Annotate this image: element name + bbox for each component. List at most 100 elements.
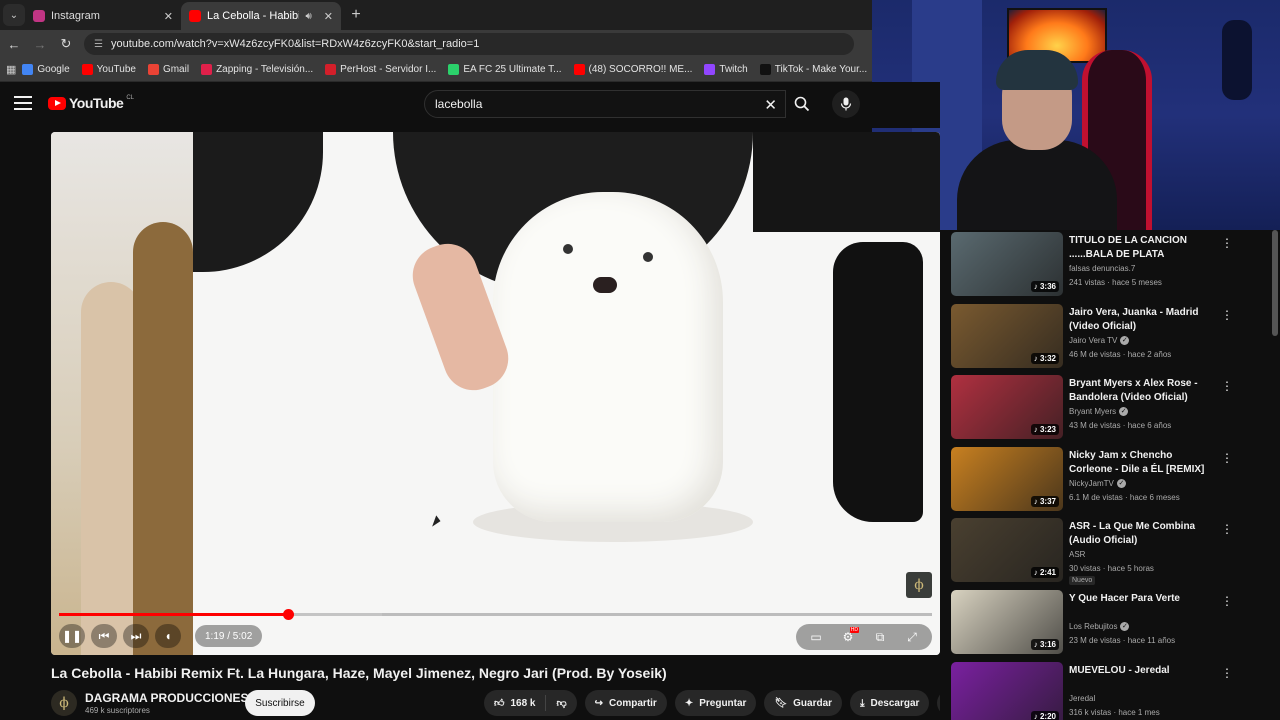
subscribe-button[interactable]: Suscribirse <box>245 690 315 716</box>
recommendation-title[interactable]: MUEVELOU - Jeredal <box>1069 664 1209 678</box>
forward-icon[interactable]: → <box>28 32 52 56</box>
recommendation-title[interactable]: Y Que Hacer Para Verte <box>1069 592 1209 606</box>
recommendation-item[interactable]: ♪ 3:36 TITULO DE LA CANCION ......BALA DE… <box>951 232 1271 300</box>
video-player[interactable]: ϕ ❚❚ ⏮︎ ⏭︎ ◖ 1:19 / 5:02 ▭ ⚙ HD ⧉ ⤢ <box>51 132 940 655</box>
search-value: lacebolla <box>435 97 483 111</box>
close-tab-icon[interactable]: ✕ <box>164 10 173 23</box>
recommendation-item[interactable]: ♪ 3:16 Y Que Hacer Para Verte Los Rebujito… <box>951 590 1271 658</box>
video-thumbnail[interactable]: ♪ 3:37 <box>951 446 1063 511</box>
share-button[interactable]: ↪ Compartir <box>584 690 667 716</box>
recommendation-channel[interactable]: Jairo Vera TV ✓ <box>1069 335 1130 345</box>
video-thumbnail[interactable]: ♪ 3:32 <box>951 303 1063 368</box>
tab-instagram[interactable]: Instagram ✕ <box>25 2 181 30</box>
duration-text: 2:41 <box>1039 568 1056 578</box>
back-icon[interactable]: ← <box>2 32 26 56</box>
bookmark-item[interactable]: Gmail <box>142 64 195 75</box>
more-vertical-icon[interactable]: ⋮ <box>1221 666 1233 680</box>
progress-bar[interactable] <box>59 609 932 620</box>
channel-name-link[interactable]: DAGRAMA PRODUCCIONES ✓ <box>85 691 262 705</box>
more-vertical-icon[interactable]: ⋮ <box>1221 236 1233 250</box>
bookmark-item[interactable]: Twitch <box>698 64 753 75</box>
search-button[interactable] <box>786 90 818 118</box>
clear-search-icon[interactable]: ✕ <box>764 96 777 114</box>
tab-search-chevron-icon[interactable]: ⌄ <box>3 4 25 26</box>
apps-grid-icon[interactable]: ▦ <box>6 63 16 76</box>
recommendation-channel[interactable]: ASR <box>1069 550 1085 559</box>
channel-avatar[interactable]: ϕ <box>51 690 77 716</box>
recommendation-title[interactable]: Bryant Myers x Alex Rose - Bandolera (Vi… <box>1069 377 1209 405</box>
download-button[interactable]: ⤓ Descargar <box>850 690 930 716</box>
recommendation-item[interactable]: ♪ 2:20 MUEVELOU - Jeredal Jeredal 316 k vis… <box>951 661 1271 720</box>
progress-scrubber-handle[interactable] <box>282 609 294 620</box>
more-vertical-icon[interactable]: ⋮ <box>1221 594 1233 608</box>
fullscreen-icon[interactable]: ⤢ <box>898 625 926 649</box>
sidebar-scrollbar[interactable] <box>1272 230 1278 336</box>
video-thumbnail[interactable]: ♪ 3:16 <box>951 590 1063 654</box>
more-vertical-icon[interactable]: ⋮ <box>1221 308 1233 322</box>
subtitles-icon[interactable]: ▭ <box>802 625 830 649</box>
site-info-icon[interactable]: ☰ <box>94 39 103 50</box>
download-label: Descargar <box>870 697 920 709</box>
recommendation-item[interactable]: ♪ 3:23 Bryant Myers x Alex Rose - Bandole… <box>951 375 1271 443</box>
bookmark-item[interactable]: TikTok - Make Your... <box>754 64 873 75</box>
duration-text: 3:16 <box>1039 640 1056 649</box>
bookmark-item[interactable]: EA FC 25 Ultimate T... <box>442 64 567 75</box>
video-thumbnail[interactable]: ♪ 3:23 <box>951 375 1063 440</box>
close-tab-icon[interactable]: ✕ <box>324 10 333 23</box>
settings-gear-icon[interactable]: ⚙ HD <box>834 625 862 649</box>
pause-icon[interactable]: ❚❚ <box>59 624 85 648</box>
audio-playing-icon[interactable]: 🔊︎ <box>305 11 311 22</box>
bookmark-item[interactable]: (48) SOCORRO!! ME... <box>568 64 699 75</box>
country-code: CL <box>126 95 134 101</box>
save-button[interactable]: 🔖︎ Guardar <box>764 690 843 716</box>
search-input[interactable]: lacebolla ✕ <box>424 90 786 118</box>
recommendation-item[interactable]: ♪ 2:41 ASR - La Que Me Combina (Audio Ofi… <box>951 518 1271 586</box>
tab-youtube-video[interactable]: La Cebolla - Habibi Remix F 🔊︎ ✕ <box>181 2 341 30</box>
recommendation-title[interactable]: Nicky Jam x Chencho Corleone - Dile a ÉL… <box>1069 449 1209 477</box>
bookmark-favicon-icon <box>147 64 159 75</box>
bookmark-item[interactable]: PerHost - Servidor I... <box>319 64 442 75</box>
video-thumbnail[interactable]: ♪ 2:20 <box>951 661 1063 720</box>
recommendation-meta: 30 vistas · hace 5 horas <box>1069 564 1154 574</box>
video-thumbnail[interactable]: ♪ 2:41 <box>951 518 1063 583</box>
reload-icon[interactable]: ↻ <box>54 32 78 56</box>
video-left-frame <box>51 132 193 655</box>
like-button[interactable]: 👍︎ 168 k <box>484 690 545 716</box>
new-tab-button[interactable]: + <box>345 4 367 26</box>
bookmark-item[interactable]: Zapping - Televisión... <box>195 64 319 75</box>
recommendation-meta: 241 vistas · hace 5 meses <box>1069 278 1162 287</box>
recommendation-channel[interactable]: Bryant Myers ✓ <box>1069 407 1129 417</box>
recommendation-item[interactable]: ♪ 3:37 Nicky Jam x Chencho Corleone - Dil… <box>951 446 1271 515</box>
recommendation-title[interactable]: TITULO DE LA CANCION ......BALA DE PLATA <box>1069 234 1209 262</box>
next-icon[interactable]: ⏭︎ <box>123 624 149 648</box>
recommendation-title[interactable]: Jairo Vera, Juanka - Madrid (Video Ofici… <box>1069 306 1209 334</box>
dislike-button[interactable]: 👎︎ <box>546 690 576 716</box>
verified-icon: ✓ <box>1116 478 1126 488</box>
volume-icon[interactable]: ◖ <box>155 624 181 648</box>
channel-name: Los Rebujitos <box>1069 622 1118 631</box>
recommendation-item[interactable]: ♪ 3:32 Jairo Vera, Juanka - Madrid (Video… <box>951 303 1271 372</box>
channel-watermark[interactable]: ϕ <box>906 572 932 598</box>
menu-icon[interactable] <box>14 96 32 110</box>
recommendation-title[interactable]: ASR - La Que Me Combina (Audio Oficial) <box>1069 520 1209 548</box>
duration-badge: ♪ 3:37 <box>1030 495 1059 507</box>
recommendation-channel[interactable]: NickyJamTV ✓ <box>1069 478 1126 488</box>
video-thumbnail[interactable]: ♪ 3:36 <box>951 232 1063 296</box>
more-vertical-icon[interactable]: ⋮ <box>1221 451 1233 465</box>
puppy-nose <box>593 277 617 293</box>
recommendation-channel[interactable]: falsas denuncias.7 <box>1069 264 1135 273</box>
bookmark-item[interactable]: YouTube <box>76 64 142 75</box>
miniplayer-icon[interactable]: ⧉ <box>866 625 894 649</box>
recommendation-channel[interactable]: Jeredal <box>1069 694 1095 703</box>
bookmark-item[interactable]: Google <box>16 64 75 75</box>
ask-button[interactable]: ✦ Preguntar <box>674 690 757 716</box>
youtube-logo[interactable]: YouTube CL <box>48 95 134 111</box>
duration-badge: ♪ 3:16 <box>1030 639 1059 650</box>
recommendation-channel[interactable]: Los Rebujitos ✓ <box>1069 622 1130 631</box>
more-vertical-icon[interactable]: ⋮ <box>1221 379 1233 393</box>
address-bar[interactable]: ☰ youtube.com/watch?v=xW4z6zcyFK0&list=R… <box>84 33 854 55</box>
more-vertical-icon[interactable]: ⋮ <box>1221 522 1233 536</box>
voice-search-button[interactable] <box>832 90 860 118</box>
bookmark-label: PerHost - Servidor I... <box>340 64 437 75</box>
previous-icon[interactable]: ⏮︎ <box>91 624 117 648</box>
